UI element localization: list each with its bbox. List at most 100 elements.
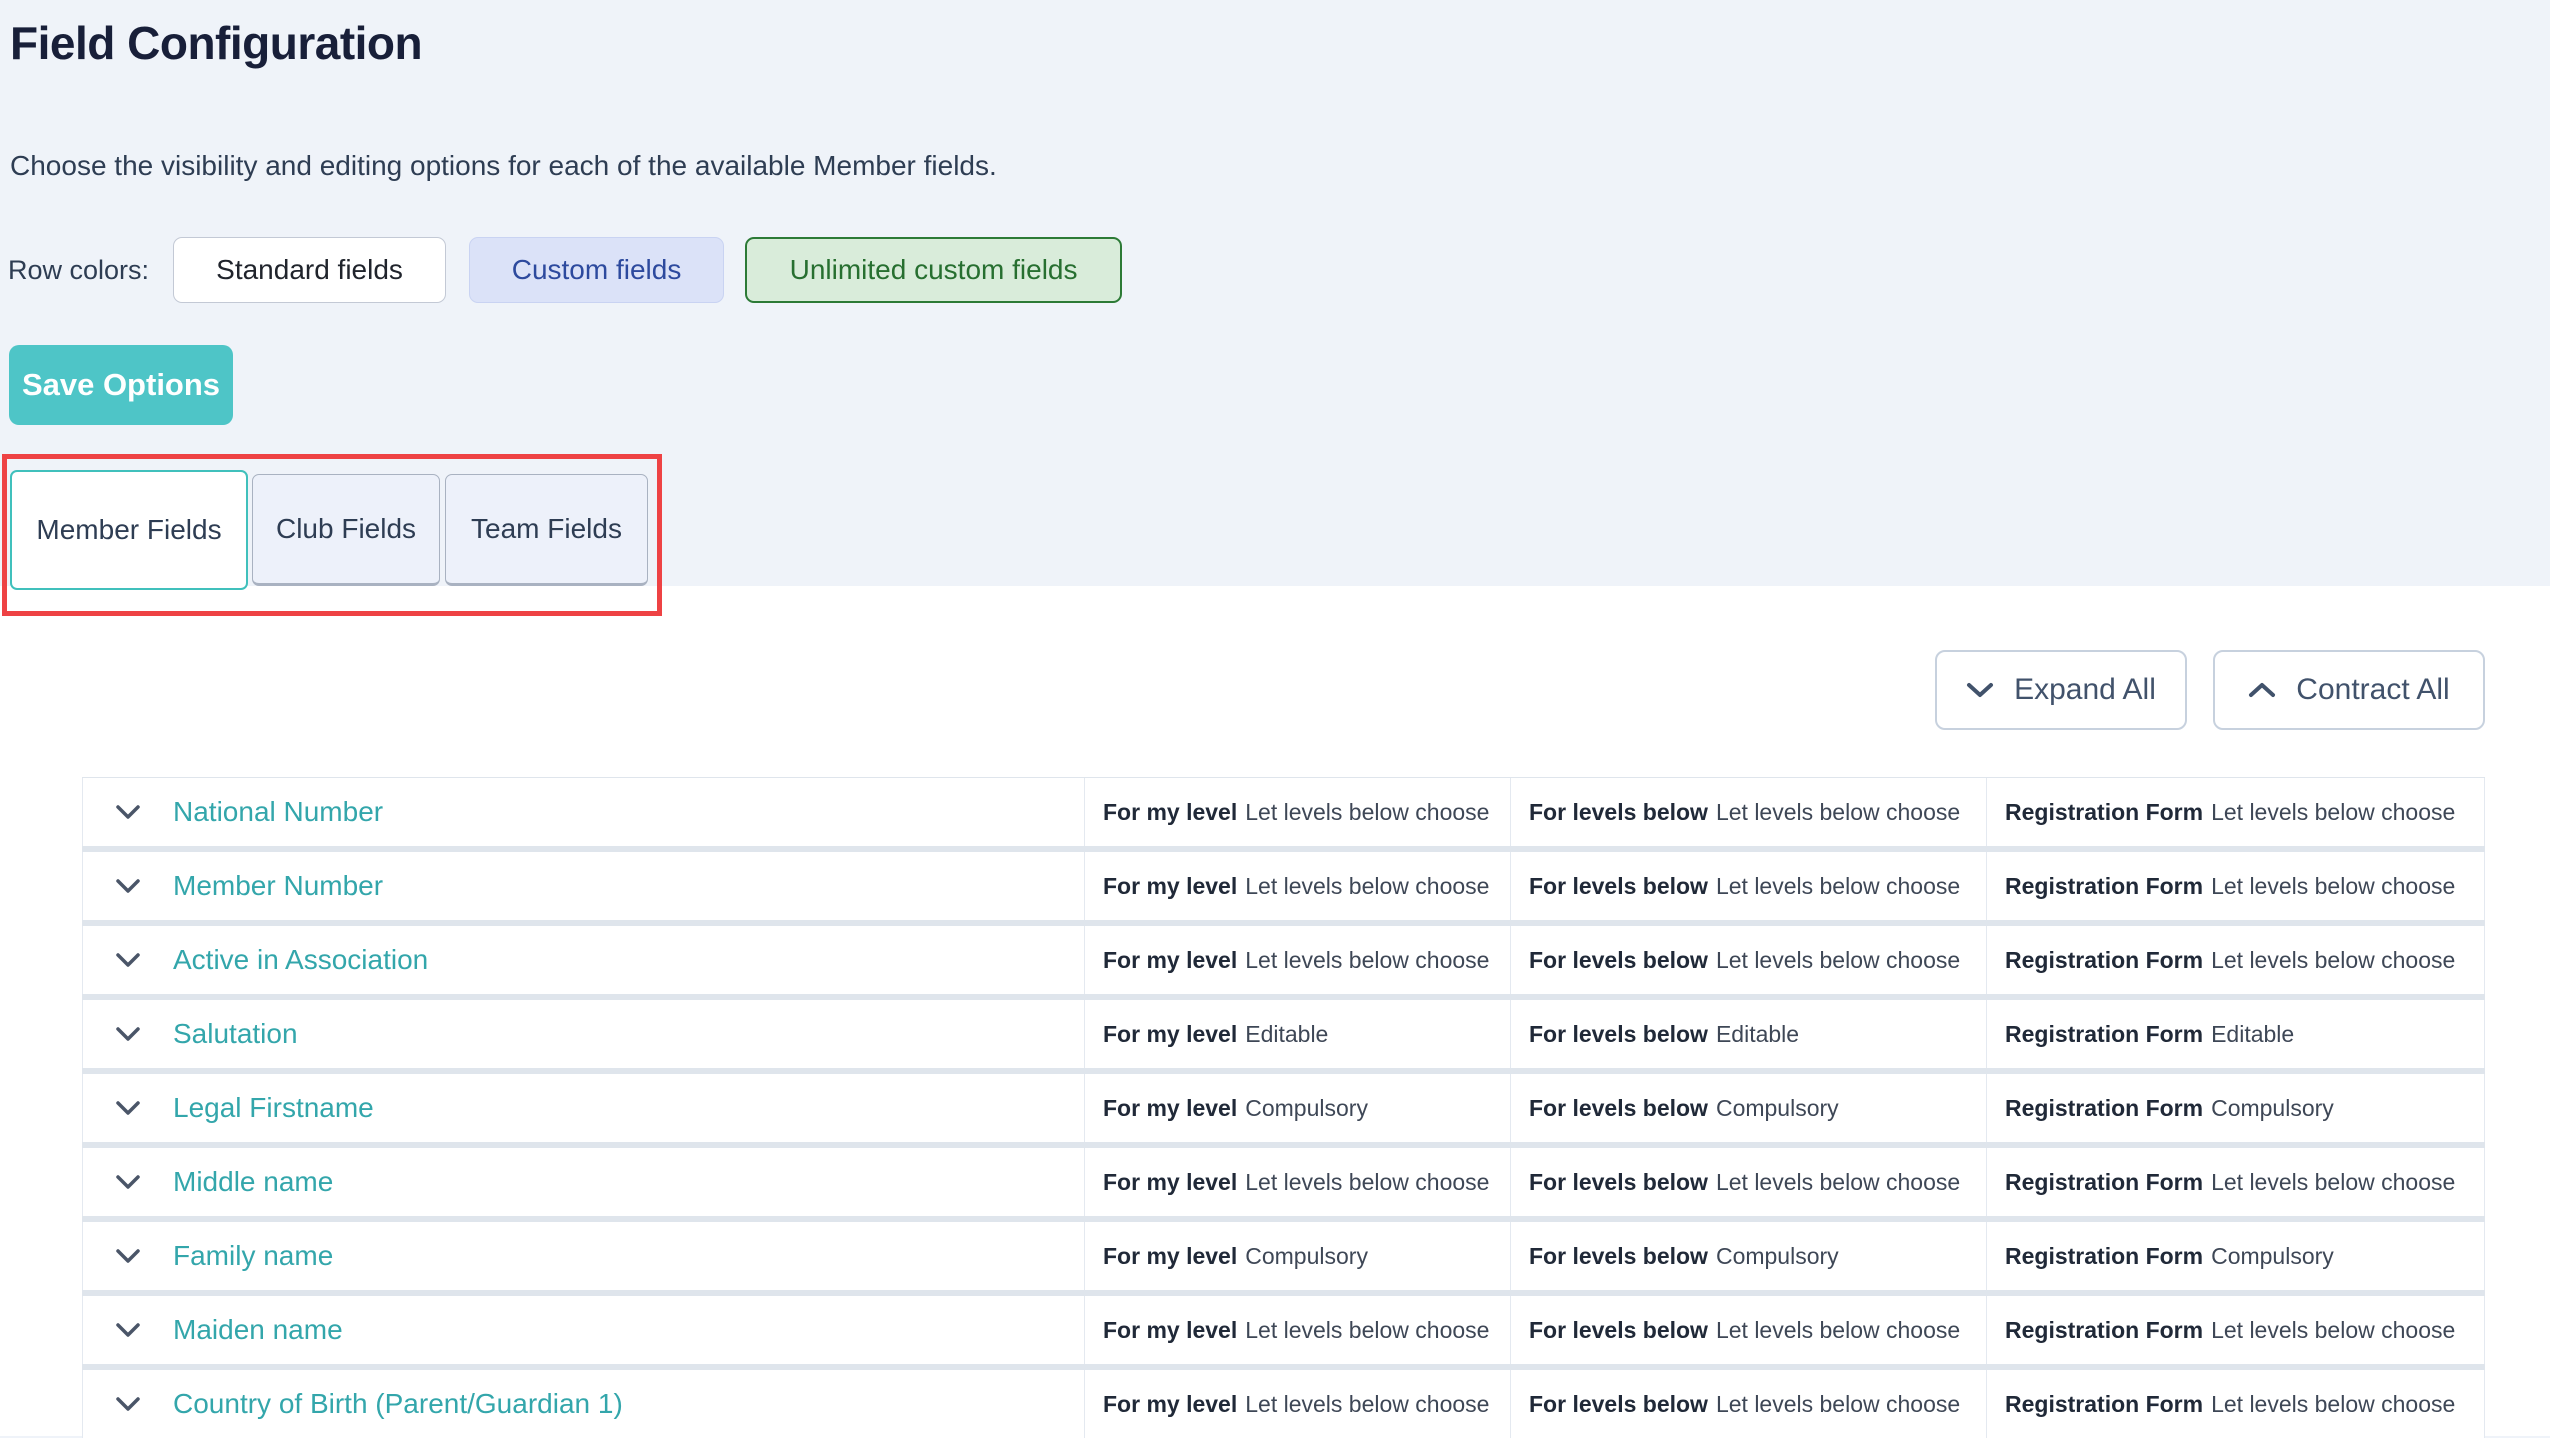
field-name-link[interactable]: Middle name xyxy=(173,1166,333,1198)
field-row: Middle name For my level Let levels belo… xyxy=(82,1148,2485,1216)
registration-form-value: Let levels below choose xyxy=(2211,799,2455,826)
row-colors-label: Row colors: xyxy=(8,255,149,286)
for-levels-below-value: Let levels below choose xyxy=(1716,799,1960,826)
for-my-level-value: Let levels below choose xyxy=(1245,947,1489,974)
chevron-down-icon[interactable] xyxy=(115,804,141,820)
for-my-level-label: For my level xyxy=(1103,1317,1237,1344)
field-name-cell: Maiden name xyxy=(82,1296,1085,1364)
field-name-link[interactable]: National Number xyxy=(173,796,383,828)
for-levels-below-label: For levels below xyxy=(1529,947,1708,974)
tab-member-fields[interactable]: Member Fields xyxy=(10,470,248,590)
registration-form-value: Compulsory xyxy=(2211,1095,2334,1122)
chevron-down-icon[interactable] xyxy=(115,952,141,968)
for-levels-below-cell: For levels below Let levels below choose xyxy=(1511,1296,1987,1364)
for-my-level-value: Let levels below choose xyxy=(1245,1169,1489,1196)
legend-chip-custom-fields: Custom fields xyxy=(469,237,724,303)
for-levels-below-value: Let levels below choose xyxy=(1716,1391,1960,1418)
chevron-down-icon xyxy=(1966,681,1994,699)
chevron-up-icon xyxy=(2248,681,2276,699)
for-levels-below-cell: For levels below Let levels below choose xyxy=(1511,852,1987,920)
field-row: Family name For my level Compulsory For … xyxy=(82,1222,2485,1290)
expand-all-label: Expand All xyxy=(2014,673,2156,707)
chevron-down-icon[interactable] xyxy=(115,878,141,894)
chevron-down-icon[interactable] xyxy=(115,1100,141,1116)
registration-form-value: Compulsory xyxy=(2211,1243,2334,1270)
registration-form-value: Let levels below choose xyxy=(2211,873,2455,900)
field-name-cell: Active in Association xyxy=(82,926,1085,994)
for-levels-below-cell: For levels below Compulsory xyxy=(1511,1074,1987,1142)
for-my-level-cell: For my level Editable xyxy=(1085,1000,1511,1068)
field-name-cell: Member Number xyxy=(82,852,1085,920)
registration-form-label: Registration Form xyxy=(2005,1243,2203,1270)
row-colors-legend: Row colors: Standard fields Custom field… xyxy=(8,237,1122,303)
for-my-level-label: For my level xyxy=(1103,1243,1237,1270)
for-my-level-cell: For my level Compulsory xyxy=(1085,1074,1511,1142)
chevron-down-icon[interactable] xyxy=(115,1248,141,1264)
field-name-link[interactable]: Family name xyxy=(173,1240,333,1272)
expand-all-button[interactable]: Expand All xyxy=(1935,650,2187,730)
field-name-link[interactable]: Member Number xyxy=(173,870,383,902)
field-row: Legal Firstname For my level Compulsory … xyxy=(82,1074,2485,1142)
registration-form-cell: Registration Form Compulsory xyxy=(1987,1074,2485,1142)
for-levels-below-label: For levels below xyxy=(1529,1169,1708,1196)
for-my-level-label: For my level xyxy=(1103,1021,1237,1048)
for-my-level-label: For my level xyxy=(1103,1391,1237,1418)
for-levels-below-value: Editable xyxy=(1716,1021,1799,1048)
tab-label: Team Fields xyxy=(471,513,622,545)
registration-form-label: Registration Form xyxy=(2005,799,2203,826)
registration-form-label: Registration Form xyxy=(2005,1317,2203,1344)
for-levels-below-value: Let levels below choose xyxy=(1716,1169,1960,1196)
field-name-cell: Family name xyxy=(82,1222,1085,1290)
for-levels-below-value: Let levels below choose xyxy=(1716,947,1960,974)
contract-all-label: Contract All xyxy=(2296,673,2449,707)
chevron-down-icon[interactable] xyxy=(115,1322,141,1338)
for-levels-below-label: For levels below xyxy=(1529,1021,1708,1048)
save-options-button[interactable]: Save Options xyxy=(9,345,233,425)
field-row: Active in Association For my level Let l… xyxy=(82,926,2485,994)
registration-form-value: Editable xyxy=(2211,1021,2294,1048)
field-name-link[interactable]: Active in Association xyxy=(173,944,428,976)
field-name-link[interactable]: Country of Birth (Parent/Guardian 1) xyxy=(173,1388,623,1420)
for-levels-below-cell: For levels below Let levels below choose xyxy=(1511,926,1987,994)
registration-form-label: Registration Form xyxy=(2005,873,2203,900)
chevron-down-icon[interactable] xyxy=(115,1174,141,1190)
for-levels-below-label: For levels below xyxy=(1529,1317,1708,1344)
for-levels-below-cell: For levels below Let levels below choose xyxy=(1511,778,1987,846)
field-name-cell: Country of Birth (Parent/Guardian 1) xyxy=(82,1370,1085,1438)
registration-form-cell: Registration Form Let levels below choos… xyxy=(1987,1296,2485,1364)
field-name-link[interactable]: Maiden name xyxy=(173,1314,343,1346)
field-name-link[interactable]: Legal Firstname xyxy=(173,1092,374,1124)
legend-chip-unlimited-custom-fields: Unlimited custom fields xyxy=(745,237,1122,303)
registration-form-label: Registration Form xyxy=(2005,1095,2203,1122)
for-my-level-cell: For my level Let levels below choose xyxy=(1085,926,1511,994)
tab-club-fields[interactable]: Club Fields xyxy=(252,474,440,586)
for-my-level-cell: For my level Let levels below choose xyxy=(1085,1370,1511,1438)
for-my-level-cell: For my level Let levels below choose xyxy=(1085,778,1511,846)
registration-form-label: Registration Form xyxy=(2005,1391,2203,1418)
chevron-down-icon[interactable] xyxy=(115,1396,141,1412)
registration-form-value: Let levels below choose xyxy=(2211,947,2455,974)
for-levels-below-label: For levels below xyxy=(1529,1095,1708,1122)
for-my-level-value: Let levels below choose xyxy=(1245,1391,1489,1418)
contract-all-button[interactable]: Contract All xyxy=(2213,650,2485,730)
for-my-level-value: Let levels below choose xyxy=(1245,873,1489,900)
tab-team-fields[interactable]: Team Fields xyxy=(445,474,648,586)
for-levels-below-cell: For levels below Let levels below choose xyxy=(1511,1370,1987,1438)
for-my-level-value: Compulsory xyxy=(1245,1095,1368,1122)
registration-form-label: Registration Form xyxy=(2005,947,2203,974)
registration-form-value: Let levels below choose xyxy=(2211,1169,2455,1196)
for-levels-below-cell: For levels below Compulsory xyxy=(1511,1222,1987,1290)
registration-form-label: Registration Form xyxy=(2005,1169,2203,1196)
page-subtitle: Choose the visibility and editing option… xyxy=(10,150,997,182)
for-levels-below-value: Compulsory xyxy=(1716,1243,1839,1270)
for-levels-below-value: Let levels below choose xyxy=(1716,1317,1960,1344)
field-name-link[interactable]: Salutation xyxy=(173,1018,298,1050)
chevron-down-icon[interactable] xyxy=(115,1026,141,1042)
for-levels-below-label: For levels below xyxy=(1529,1243,1708,1270)
registration-form-cell: Registration Form Let levels below choos… xyxy=(1987,1370,2485,1438)
for-my-level-label: For my level xyxy=(1103,1169,1237,1196)
page-title: Field Configuration xyxy=(10,16,422,70)
legend-chip-standard-fields: Standard fields xyxy=(173,237,446,303)
field-row: Salutation For my level Editable For lev… xyxy=(82,1000,2485,1068)
for-my-level-value: Let levels below choose xyxy=(1245,799,1489,826)
